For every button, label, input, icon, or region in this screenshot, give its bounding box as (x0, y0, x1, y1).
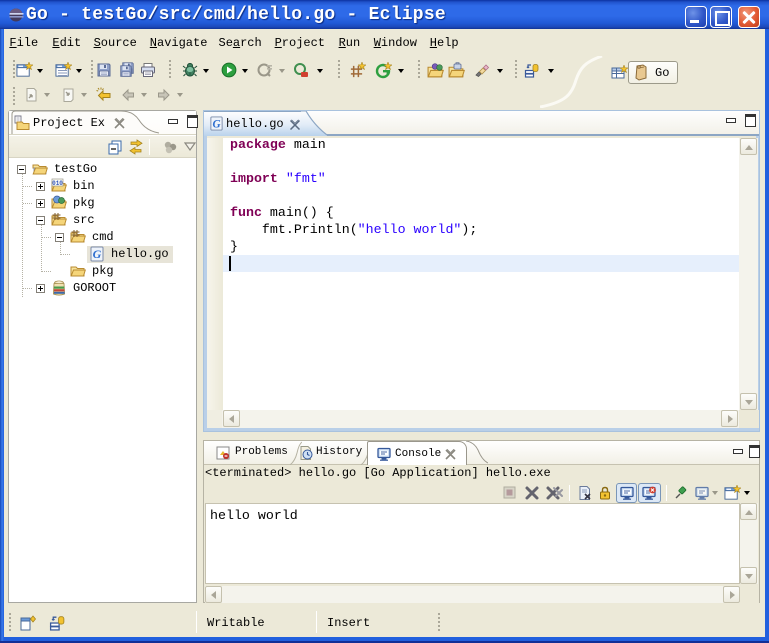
svg-text:010: 010 (52, 180, 63, 187)
